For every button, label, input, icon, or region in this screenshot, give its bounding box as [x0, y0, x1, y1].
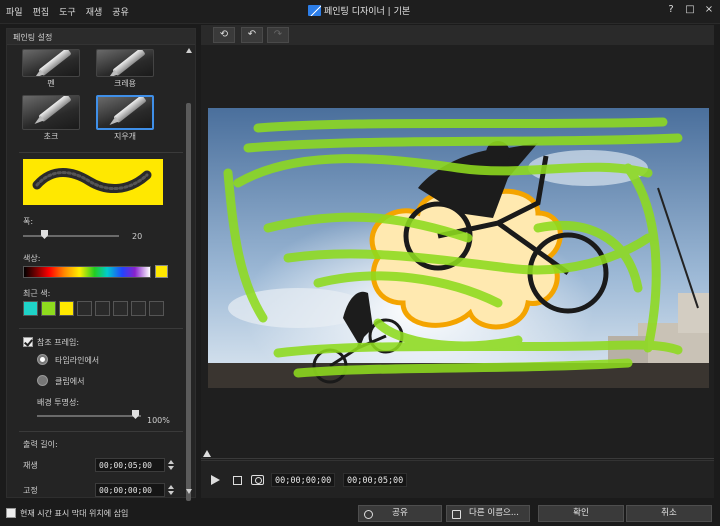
rotate-button[interactable]: ⟲: [213, 27, 235, 43]
current-time-display: 00;00;00;00: [271, 473, 336, 487]
color-label: 색상:: [23, 254, 41, 263]
painting-settings-panel: 페인팅 설정 펜 크레용 초크 지우개 폭: 20 색상: 최근 색: 참조 프…: [6, 28, 196, 501]
width-label: 폭:: [23, 217, 34, 226]
stop-icon[interactable]: [233, 476, 242, 485]
cancel-button[interactable]: 취소: [626, 505, 712, 522]
bottom-bar: 현재 시간 표시 막대 위치에 삽입 공유 다른 이름으... 확인 취소: [0, 502, 720, 526]
scroll-thumb[interactable]: [186, 103, 191, 501]
width-slider[interactable]: [23, 235, 119, 237]
reference-frame-label: 참조 프레임:: [37, 338, 80, 347]
save-icon: [452, 510, 461, 519]
globe-icon: [364, 510, 373, 519]
width-slider-handle[interactable]: [41, 230, 48, 239]
recent-color-swatch[interactable]: [113, 301, 128, 316]
divider: [19, 152, 183, 153]
painting-canvas[interactable]: [208, 108, 709, 388]
menu-file[interactable]: 파일: [6, 5, 23, 18]
hold-length-input[interactable]: 00;00;00;00: [95, 483, 165, 497]
ok-button[interactable]: 확인: [538, 505, 624, 522]
hold-length-spinner[interactable]: [167, 483, 175, 497]
share-button[interactable]: 공유: [358, 505, 442, 522]
scroll-down-icon[interactable]: [186, 489, 192, 494]
maximize-button[interactable]: □: [685, 4, 695, 16]
window-title: 페인팅 디자이너 | 기본: [308, 4, 410, 17]
opacity-slider[interactable]: [37, 415, 141, 417]
eraser-icon: [113, 97, 147, 124]
insert-at-playhead-label: 현재 시간 표시 막대 위치에 삽입: [20, 509, 129, 518]
play-icon[interactable]: [211, 475, 220, 485]
pen-icon: [38, 50, 72, 76]
brush-grid: 펜 크레용 초크 지우개: [21, 49, 171, 159]
redo-icon: ↷: [273, 29, 283, 40]
recent-color-swatch[interactable]: [95, 301, 110, 316]
playhead-icon[interactable]: [203, 450, 211, 457]
insert-at-playhead-checkbox[interactable]: [6, 508, 16, 518]
duration-display: 00;00;05;00: [343, 473, 408, 487]
recent-color-swatch[interactable]: [41, 301, 56, 316]
menu-edit[interactable]: 편집: [33, 5, 50, 18]
canvas-toolbar: ⟲ ↶ ↷: [201, 25, 714, 45]
chalk-icon: [38, 96, 72, 123]
scroll-up-icon[interactable]: [186, 48, 192, 53]
window-controls: ? □ ×: [666, 4, 714, 16]
divider: [19, 431, 183, 432]
menu-bar: 파일 편집 도구 재생 공유: [6, 5, 129, 18]
hold-length-label: 고정: [23, 486, 38, 495]
recent-color-swatch[interactable]: [77, 301, 92, 316]
undo-button[interactable]: ↶: [241, 27, 263, 43]
timeline-track[interactable]: [201, 453, 714, 459]
brush-chalk[interactable]: 초크: [21, 95, 81, 141]
brush-preview: [23, 159, 163, 205]
timeline: 00;00;00;00 00;00;05;00: [201, 450, 714, 498]
redo-button[interactable]: ↷: [267, 27, 289, 43]
reference-frame-checkbox[interactable]: [23, 337, 33, 347]
current-color-swatch[interactable]: [155, 265, 168, 278]
crayon-icon: [112, 50, 146, 76]
close-button[interactable]: ×: [704, 4, 714, 16]
recent-color-swatch[interactable]: [59, 301, 74, 316]
brush-pen[interactable]: 펜: [21, 49, 81, 93]
menu-tools[interactable]: 도구: [59, 5, 76, 18]
radio-from-timeline[interactable]: [37, 354, 48, 365]
from-timeline-label: 타임라인에서: [55, 356, 100, 365]
play-length-label: 재생: [23, 461, 38, 470]
bg-opacity-label: 배경 투명성:: [37, 398, 80, 407]
menu-play[interactable]: 재생: [86, 5, 103, 18]
recent-colors: [23, 301, 164, 316]
title-bar: 파일 편집 도구 재생 공유 페인팅 디자이너 | 기본 ? □ ×: [0, 0, 720, 24]
recent-color-swatch[interactable]: [23, 301, 38, 316]
opacity-value: 100%: [147, 416, 170, 425]
recent-color-swatch[interactable]: [149, 301, 164, 316]
save-as-button[interactable]: 다른 이름으...: [446, 505, 530, 522]
brush-eraser[interactable]: 지우개: [95, 95, 155, 141]
snapshot-camera-icon[interactable]: [251, 475, 264, 485]
recent-colors-label: 최근 색:: [23, 289, 51, 298]
help-button[interactable]: ?: [666, 4, 676, 16]
canvas-area: [201, 45, 714, 460]
app-logo-icon: [308, 5, 321, 16]
radio-from-clip[interactable]: [37, 375, 48, 386]
window-title-text: 페인팅 디자이너 | 기본: [324, 7, 411, 17]
brush-crayon[interactable]: 크레용: [95, 49, 155, 93]
play-length-input[interactable]: 00;00;05;00: [95, 458, 165, 472]
from-clip-label: 클립에서: [55, 377, 85, 386]
menu-share[interactable]: 공유: [112, 5, 129, 18]
output-length-label: 출력 길이:: [23, 440, 58, 449]
color-spectrum[interactable]: [23, 266, 151, 278]
panel-title: 페인팅 설정: [7, 29, 195, 45]
opacity-slider-handle[interactable]: [132, 410, 139, 419]
rotate-icon: ⟲: [219, 29, 229, 40]
undo-icon: ↶: [247, 29, 257, 40]
divider: [19, 328, 183, 329]
recent-color-swatch[interactable]: [131, 301, 146, 316]
play-length-spinner[interactable]: [167, 458, 175, 472]
panel-scrollbar[interactable]: [185, 45, 193, 501]
width-value: 20: [132, 232, 143, 241]
